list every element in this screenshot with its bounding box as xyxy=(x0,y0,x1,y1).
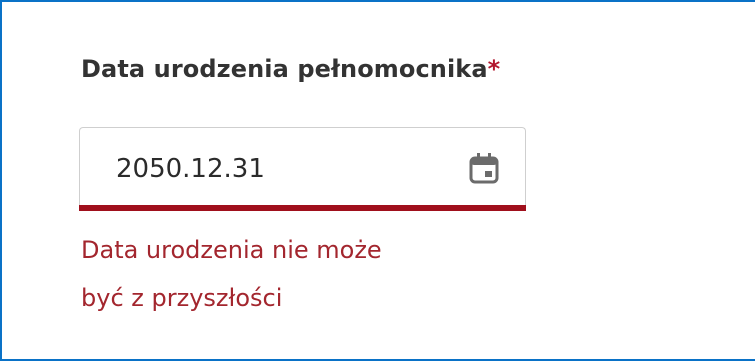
calendar-button[interactable] xyxy=(468,151,500,185)
error-line-1: Data urodzenia nie może xyxy=(81,236,382,264)
error-underline xyxy=(79,205,526,211)
required-asterisk: * xyxy=(487,55,501,83)
calendar-icon xyxy=(469,153,499,184)
error-line-2: być z przyszłości xyxy=(81,284,283,312)
birth-date-value[interactable]: 2050.12.31 xyxy=(116,154,265,184)
field-label-text: Data urodzenia pełnomocnika xyxy=(81,55,488,83)
error-message: Data urodzenia nie może być z przyszłośc… xyxy=(81,226,382,322)
field-label: Data urodzenia pełnomocnika* xyxy=(81,55,500,83)
